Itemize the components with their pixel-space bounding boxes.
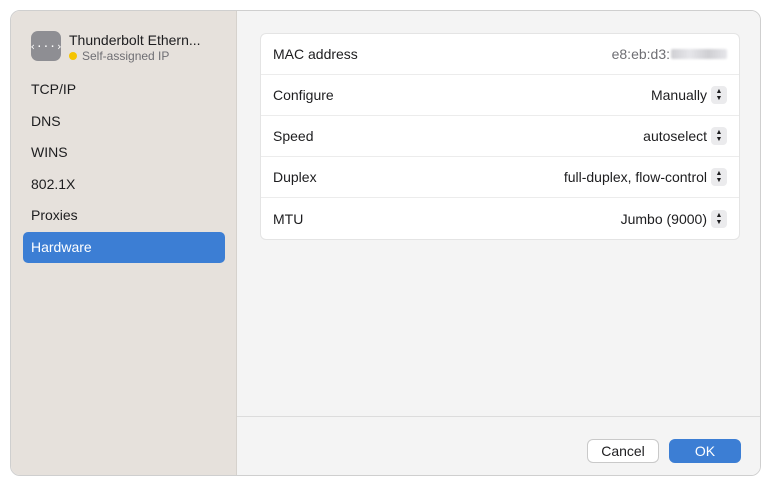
table-row-duplex: Duplex full-duplex, flow-control ▲ ▼ (261, 157, 739, 198)
sidebar-item-8021x[interactable]: 802.1X (23, 169, 225, 201)
sidebar-item-dns[interactable]: DNS (23, 106, 225, 138)
chevron-updown-icon: ▲ ▼ (711, 127, 727, 145)
table-row-mac-address: MAC address e8:eb:d3: (261, 34, 739, 75)
duplex-value: full-duplex, flow-control (563, 169, 707, 185)
configure-value: Manually (650, 87, 707, 103)
service-status: Self-assigned IP (69, 49, 169, 63)
chevron-updown-icon: ▲ ▼ (711, 209, 727, 228)
service-name: Thunderbolt Ethern... (69, 32, 201, 48)
row-label: Duplex (273, 169, 317, 185)
row-label: Speed (273, 128, 314, 144)
sidebar-item-wins[interactable]: WINS (23, 137, 225, 169)
row-label: MTU (273, 210, 304, 227)
row-label: MAC address (273, 46, 358, 62)
network-settings-window: ‹···› Thunderbolt Ethern... Self-assigne… (10, 10, 761, 476)
sidebar-item-proxies[interactable]: Proxies (23, 200, 225, 232)
duplex-popup[interactable]: full-duplex, flow-control ▲ ▼ (564, 168, 727, 186)
speed-popup[interactable]: autoselect ▲ ▼ (643, 127, 727, 145)
chevron-updown-icon: ▲ ▼ (711, 86, 727, 104)
cancel-button[interactable]: Cancel (587, 439, 659, 463)
table-row-configure: Configure Manually ▲ ▼ (261, 75, 739, 116)
table-row-mtu: MTU Jumbo (9000) ▲ ▼ (261, 198, 739, 239)
redacted-blur (671, 49, 727, 59)
footer-bar: Cancel OK (237, 416, 760, 475)
sidebar: ‹···› Thunderbolt Ethern... Self-assigne… (11, 11, 237, 475)
hardware-settings-table: MAC address e8:eb:d3: Configure Manually… (260, 33, 740, 240)
sidebar-nav: TCP/IP DNS WINS 802.1X Proxies Hardware (23, 74, 225, 263)
mtu-value: Jumbo (9000) (620, 210, 707, 227)
speed-value: autoselect (643, 128, 707, 144)
row-label: Configure (273, 87, 334, 103)
main-panel: MAC address e8:eb:d3: Configure Manually… (237, 11, 760, 475)
configure-popup[interactable]: Manually ▲ ▼ (651, 86, 727, 104)
mac-address-value: e8:eb:d3: (612, 46, 727, 62)
service-status-text: Self-assigned IP (82, 49, 170, 63)
service-header: ‹···› Thunderbolt Ethern... Self-assigne… (29, 31, 231, 65)
sidebar-item-tcpip[interactable]: TCP/IP (23, 74, 225, 106)
ethernet-dots-icon: ‹···› (29, 31, 63, 61)
mtu-popup[interactable]: Jumbo (9000) ▲ ▼ (620, 209, 727, 228)
sidebar-item-hardware[interactable]: Hardware (23, 231, 225, 263)
status-dot-icon (69, 52, 77, 60)
table-row-speed: Speed autoselect ▲ ▼ (261, 116, 739, 157)
chevron-updown-icon: ▲ ▼ (711, 168, 727, 186)
mac-address-text: e8:eb:d3: (611, 46, 670, 62)
ok-button[interactable]: OK (669, 439, 741, 463)
